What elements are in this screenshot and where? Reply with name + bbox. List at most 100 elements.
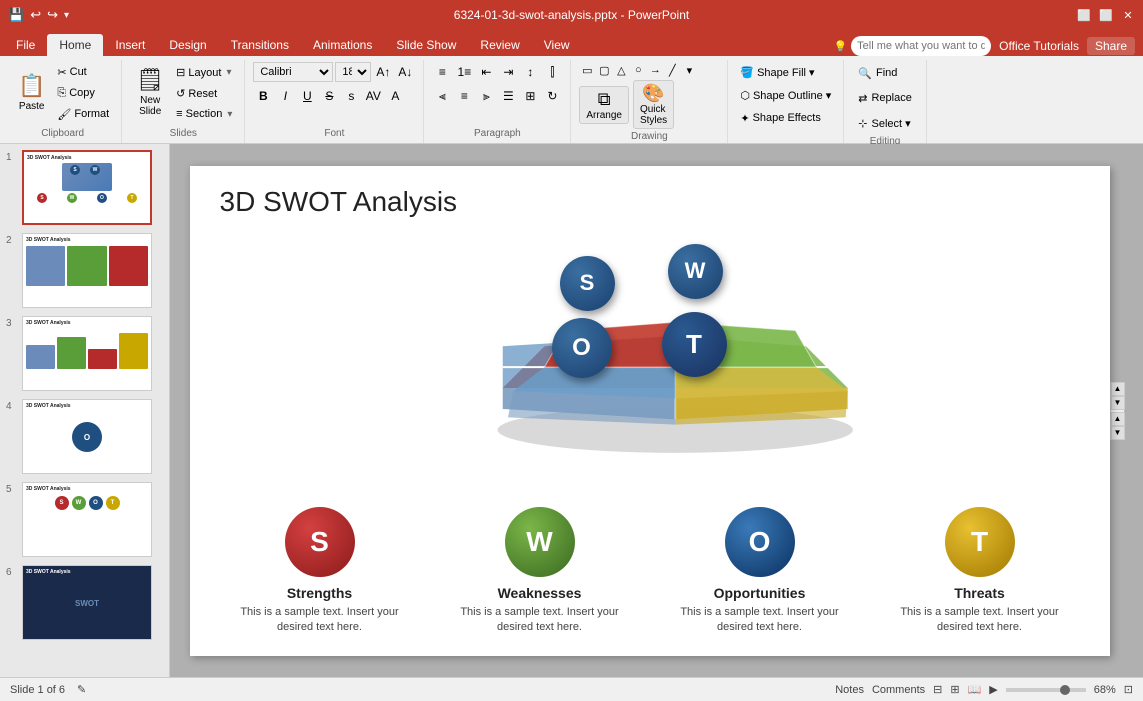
weaknesses-circle: W: [505, 507, 575, 577]
bold-button[interactable]: B: [253, 86, 273, 106]
reset-button[interactable]: ↺ Reset: [172, 83, 236, 103]
decrease-font-button[interactable]: A↓: [395, 62, 415, 82]
notes-edit-icon[interactable]: ✎: [77, 683, 86, 696]
office-tutorials-link[interactable]: Office Tutorials: [999, 39, 1079, 53]
scroll-next-button[interactable]: ▼: [1111, 426, 1125, 440]
slideshow-view-icon[interactable]: ▶: [989, 683, 997, 696]
char-spacing-button[interactable]: AV: [363, 86, 383, 106]
pyramid-container: S W O T: [480, 226, 860, 456]
find-button[interactable]: 🔍 Find: [852, 62, 903, 84]
slide-preview-3: 3D SWOT Analysis: [22, 316, 152, 391]
cut-button[interactable]: ✂ Cut: [53, 62, 113, 82]
clipboard-label: Clipboard: [41, 128, 84, 141]
quick-styles-button[interactable]: 🎨 QuickStyles: [633, 80, 674, 129]
scroll-up-button[interactable]: ▲: [1111, 382, 1125, 396]
tab-design[interactable]: Design: [157, 34, 218, 56]
slide-sorter-icon[interactable]: ⊞: [950, 683, 959, 696]
title-bar: 💾 ↩ ↪ ▾ 6324-01-3d-swot-analysis.pptx - …: [0, 0, 1143, 30]
window-title: 6324-01-3d-swot-analysis.pptx - PowerPoi…: [454, 8, 689, 22]
scroll-previous-button[interactable]: ▲: [1111, 412, 1125, 426]
zoom-slider[interactable]: [1006, 688, 1086, 692]
slide-canvas[interactable]: 3D SWOT Analysis: [190, 166, 1110, 656]
share-button[interactable]: Share: [1087, 37, 1135, 55]
tab-home[interactable]: Home: [47, 34, 103, 56]
slide-thumb-1[interactable]: 1 3D SWOT Analysis S W S W O T: [4, 148, 165, 227]
text-direction-button[interactable]: ↻: [542, 86, 562, 106]
new-slide-button[interactable]: 🗒 NewSlide: [130, 62, 170, 122]
comments-button[interactable]: Comments: [872, 684, 925, 696]
font-name-select[interactable]: Calibri: [253, 62, 333, 82]
zoom-thumb[interactable]: [1060, 685, 1070, 695]
tab-insert[interactable]: Insert: [103, 34, 157, 56]
slide-thumb-4[interactable]: 4 3D SWOT Analysis O: [4, 397, 165, 476]
fit-slide-button[interactable]: ⊡: [1124, 683, 1133, 696]
section-button[interactable]: ≡ Section ▾: [172, 104, 236, 124]
font-size-select[interactable]: 18: [335, 62, 371, 82]
select-button[interactable]: ⊹ Select ▾: [852, 112, 916, 134]
line-spacing-button[interactable]: ↕: [520, 62, 540, 82]
increase-indent-button[interactable]: ⇥: [498, 62, 518, 82]
replace-label: Replace: [871, 92, 911, 104]
tell-me-input[interactable]: [851, 36, 991, 56]
quick-styles-icon: 🎨: [642, 83, 664, 104]
tab-transitions[interactable]: Transitions: [219, 34, 301, 56]
normal-view-icon[interactable]: ⊟: [933, 683, 942, 696]
arrow-shape[interactable]: →: [647, 62, 663, 78]
slide-preview-6: 3D SWOT Analysis SWOT: [22, 565, 152, 640]
underline-button[interactable]: U: [297, 86, 317, 106]
rounded-rect-shape[interactable]: ▢: [596, 62, 612, 78]
slide-thumb-2[interactable]: 2 3D SWOT Analysis: [4, 231, 165, 310]
slide-num-2: 2: [6, 235, 18, 246]
customize-qat-button[interactable]: ▾: [64, 10, 69, 21]
tab-file[interactable]: File: [4, 34, 47, 56]
slide-thumb-5[interactable]: 5 3D SWOT Analysis S W O T: [4, 480, 165, 559]
triangle-shape[interactable]: △: [613, 62, 629, 78]
paragraph-group: ≡ 1≡ ⇤ ⇥ ↕ ⫿ ⫷ ≡ ⫸ ☰ ⊞ ↻ Paragraph: [424, 60, 571, 143]
numbering-button[interactable]: 1≡: [454, 62, 474, 82]
slide-thumb-3[interactable]: 3 3D SWOT Analysis: [4, 314, 165, 393]
notes-button[interactable]: Notes: [835, 684, 864, 696]
columns-button[interactable]: ⫿: [542, 62, 562, 82]
tab-review[interactable]: Review: [468, 34, 531, 56]
layout-button[interactable]: ⊟ Layout ▾: [172, 62, 236, 82]
format-painter-button[interactable]: 🖌 Format: [53, 104, 113, 124]
oval-shape[interactable]: ○: [630, 62, 646, 78]
align-right-button[interactable]: ⫸: [476, 86, 496, 106]
paste-button[interactable]: 📋 Paste: [12, 62, 51, 122]
smart-art-button[interactable]: ⊞: [520, 86, 540, 106]
line-shape[interactable]: ╱: [664, 62, 680, 78]
tab-view[interactable]: View: [532, 34, 582, 56]
strikethrough-button[interactable]: S: [319, 86, 339, 106]
shape-effects-button[interactable]: ✦ Shape Effects: [736, 108, 825, 128]
shape-outline-button[interactable]: ⬡ Shape Outline ▾: [736, 85, 835, 105]
slide-preview-2: 3D SWOT Analysis: [22, 233, 152, 308]
slide-num-1: 1: [6, 152, 18, 163]
minimize-button[interactable]: ⬜: [1077, 8, 1091, 22]
replace-button[interactable]: ⇄ Replace: [852, 87, 918, 109]
increase-font-button[interactable]: A↑: [373, 62, 393, 82]
bullets-button[interactable]: ≡: [432, 62, 452, 82]
slide-thumb-6[interactable]: 6 3D SWOT Analysis SWOT: [4, 563, 165, 642]
copy-button[interactable]: ⎘ Copy: [53, 83, 113, 103]
align-left-button[interactable]: ⫷: [432, 86, 452, 106]
redo-icon[interactable]: ↪: [47, 7, 58, 23]
main-area: 1 3D SWOT Analysis S W S W O T: [0, 144, 1143, 677]
arrange-button[interactable]: ⧉ Arrange: [579, 86, 629, 124]
justify-button[interactable]: ☰: [498, 86, 518, 106]
font-color-button[interactable]: A: [385, 86, 405, 106]
undo-icon[interactable]: ↩: [30, 7, 41, 23]
scroll-down-button[interactable]: ▼: [1111, 396, 1125, 410]
italic-button[interactable]: I: [275, 86, 295, 106]
maximize-button[interactable]: ⬜: [1099, 8, 1113, 22]
decrease-indent-button[interactable]: ⇤: [476, 62, 496, 82]
save-icon[interactable]: 💾: [8, 7, 24, 23]
tab-slideshow[interactable]: Slide Show: [384, 34, 468, 56]
shape-fill-button[interactable]: 🪣 Shape Fill ▾: [736, 62, 818, 82]
tab-animations[interactable]: Animations: [301, 34, 384, 56]
align-center-button[interactable]: ≡: [454, 86, 474, 106]
rectangle-shape[interactable]: ▭: [579, 62, 595, 78]
reading-view-icon[interactable]: 📖: [968, 683, 982, 696]
more-shapes[interactable]: ▾: [681, 62, 697, 78]
close-button[interactable]: ✕: [1121, 8, 1135, 22]
shadow-button[interactable]: s: [341, 86, 361, 106]
